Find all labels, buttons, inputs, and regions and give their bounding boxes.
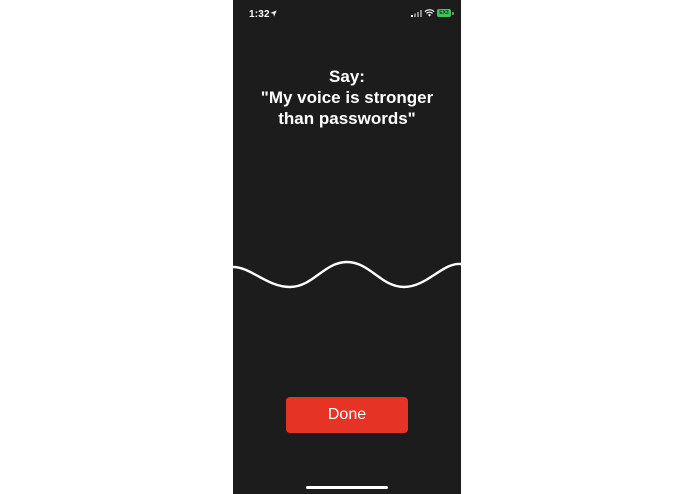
- battery-cap: [452, 11, 454, 15]
- phone-screen: 1:32 EX3 Say: "My voice is stronger than…: [233, 0, 461, 494]
- prompt-instruction: Say:: [329, 67, 365, 86]
- location-arrow-icon: [270, 10, 277, 17]
- prompt-phrase-line-2: than passwords": [278, 109, 416, 128]
- battery-level: EX3: [437, 9, 451, 17]
- status-time: 1:32: [249, 9, 270, 20]
- wifi-icon: [424, 9, 435, 17]
- done-button[interactable]: Done: [286, 397, 408, 433]
- waveform-icon: [233, 260, 461, 289]
- home-indicator[interactable]: [306, 486, 388, 489]
- battery-icon: EX3: [437, 9, 454, 17]
- cellular-signal-icon: [411, 10, 422, 17]
- page: 1:32 EX3 Say: "My voice is stronger than…: [0, 0, 695, 494]
- prompt-phrase-line-1: "My voice is stronger: [260, 88, 434, 107]
- status-bar: 1:32 EX3: [233, 0, 461, 28]
- voice-prompt: Say: "My voice is stronger than password…: [233, 66, 461, 129]
